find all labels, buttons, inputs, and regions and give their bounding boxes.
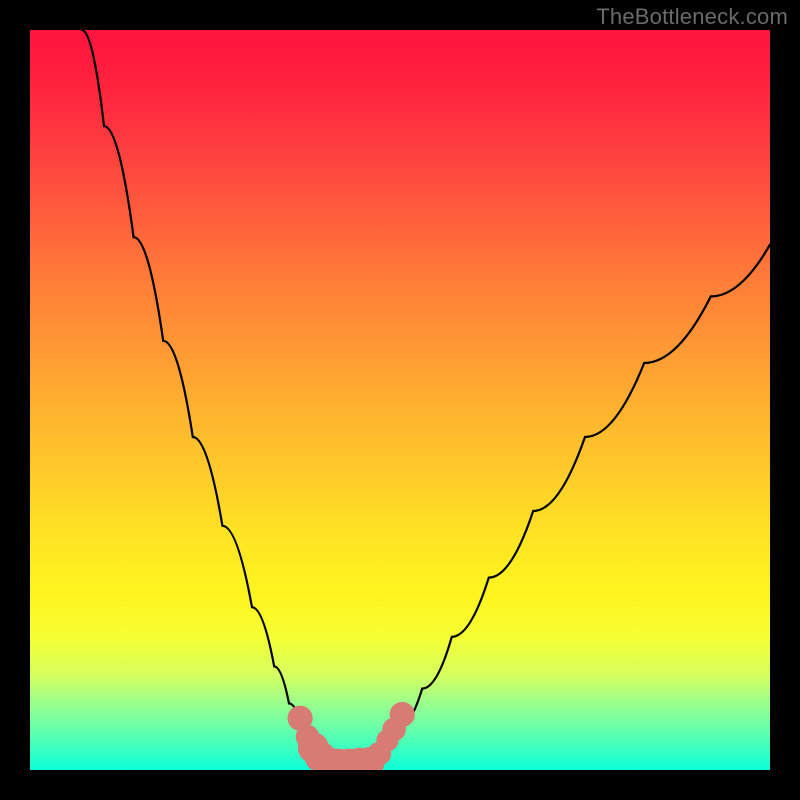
plot-area [30,30,770,770]
watermark-text: TheBottleneck.com [596,4,788,30]
chart-frame: TheBottleneck.com [0,0,800,800]
chart-svg [30,30,770,770]
series-left-curve [82,30,326,763]
series-right-curve [370,245,770,763]
data-marker [390,702,415,727]
markers-group [288,702,415,770]
series-group [82,30,770,764]
